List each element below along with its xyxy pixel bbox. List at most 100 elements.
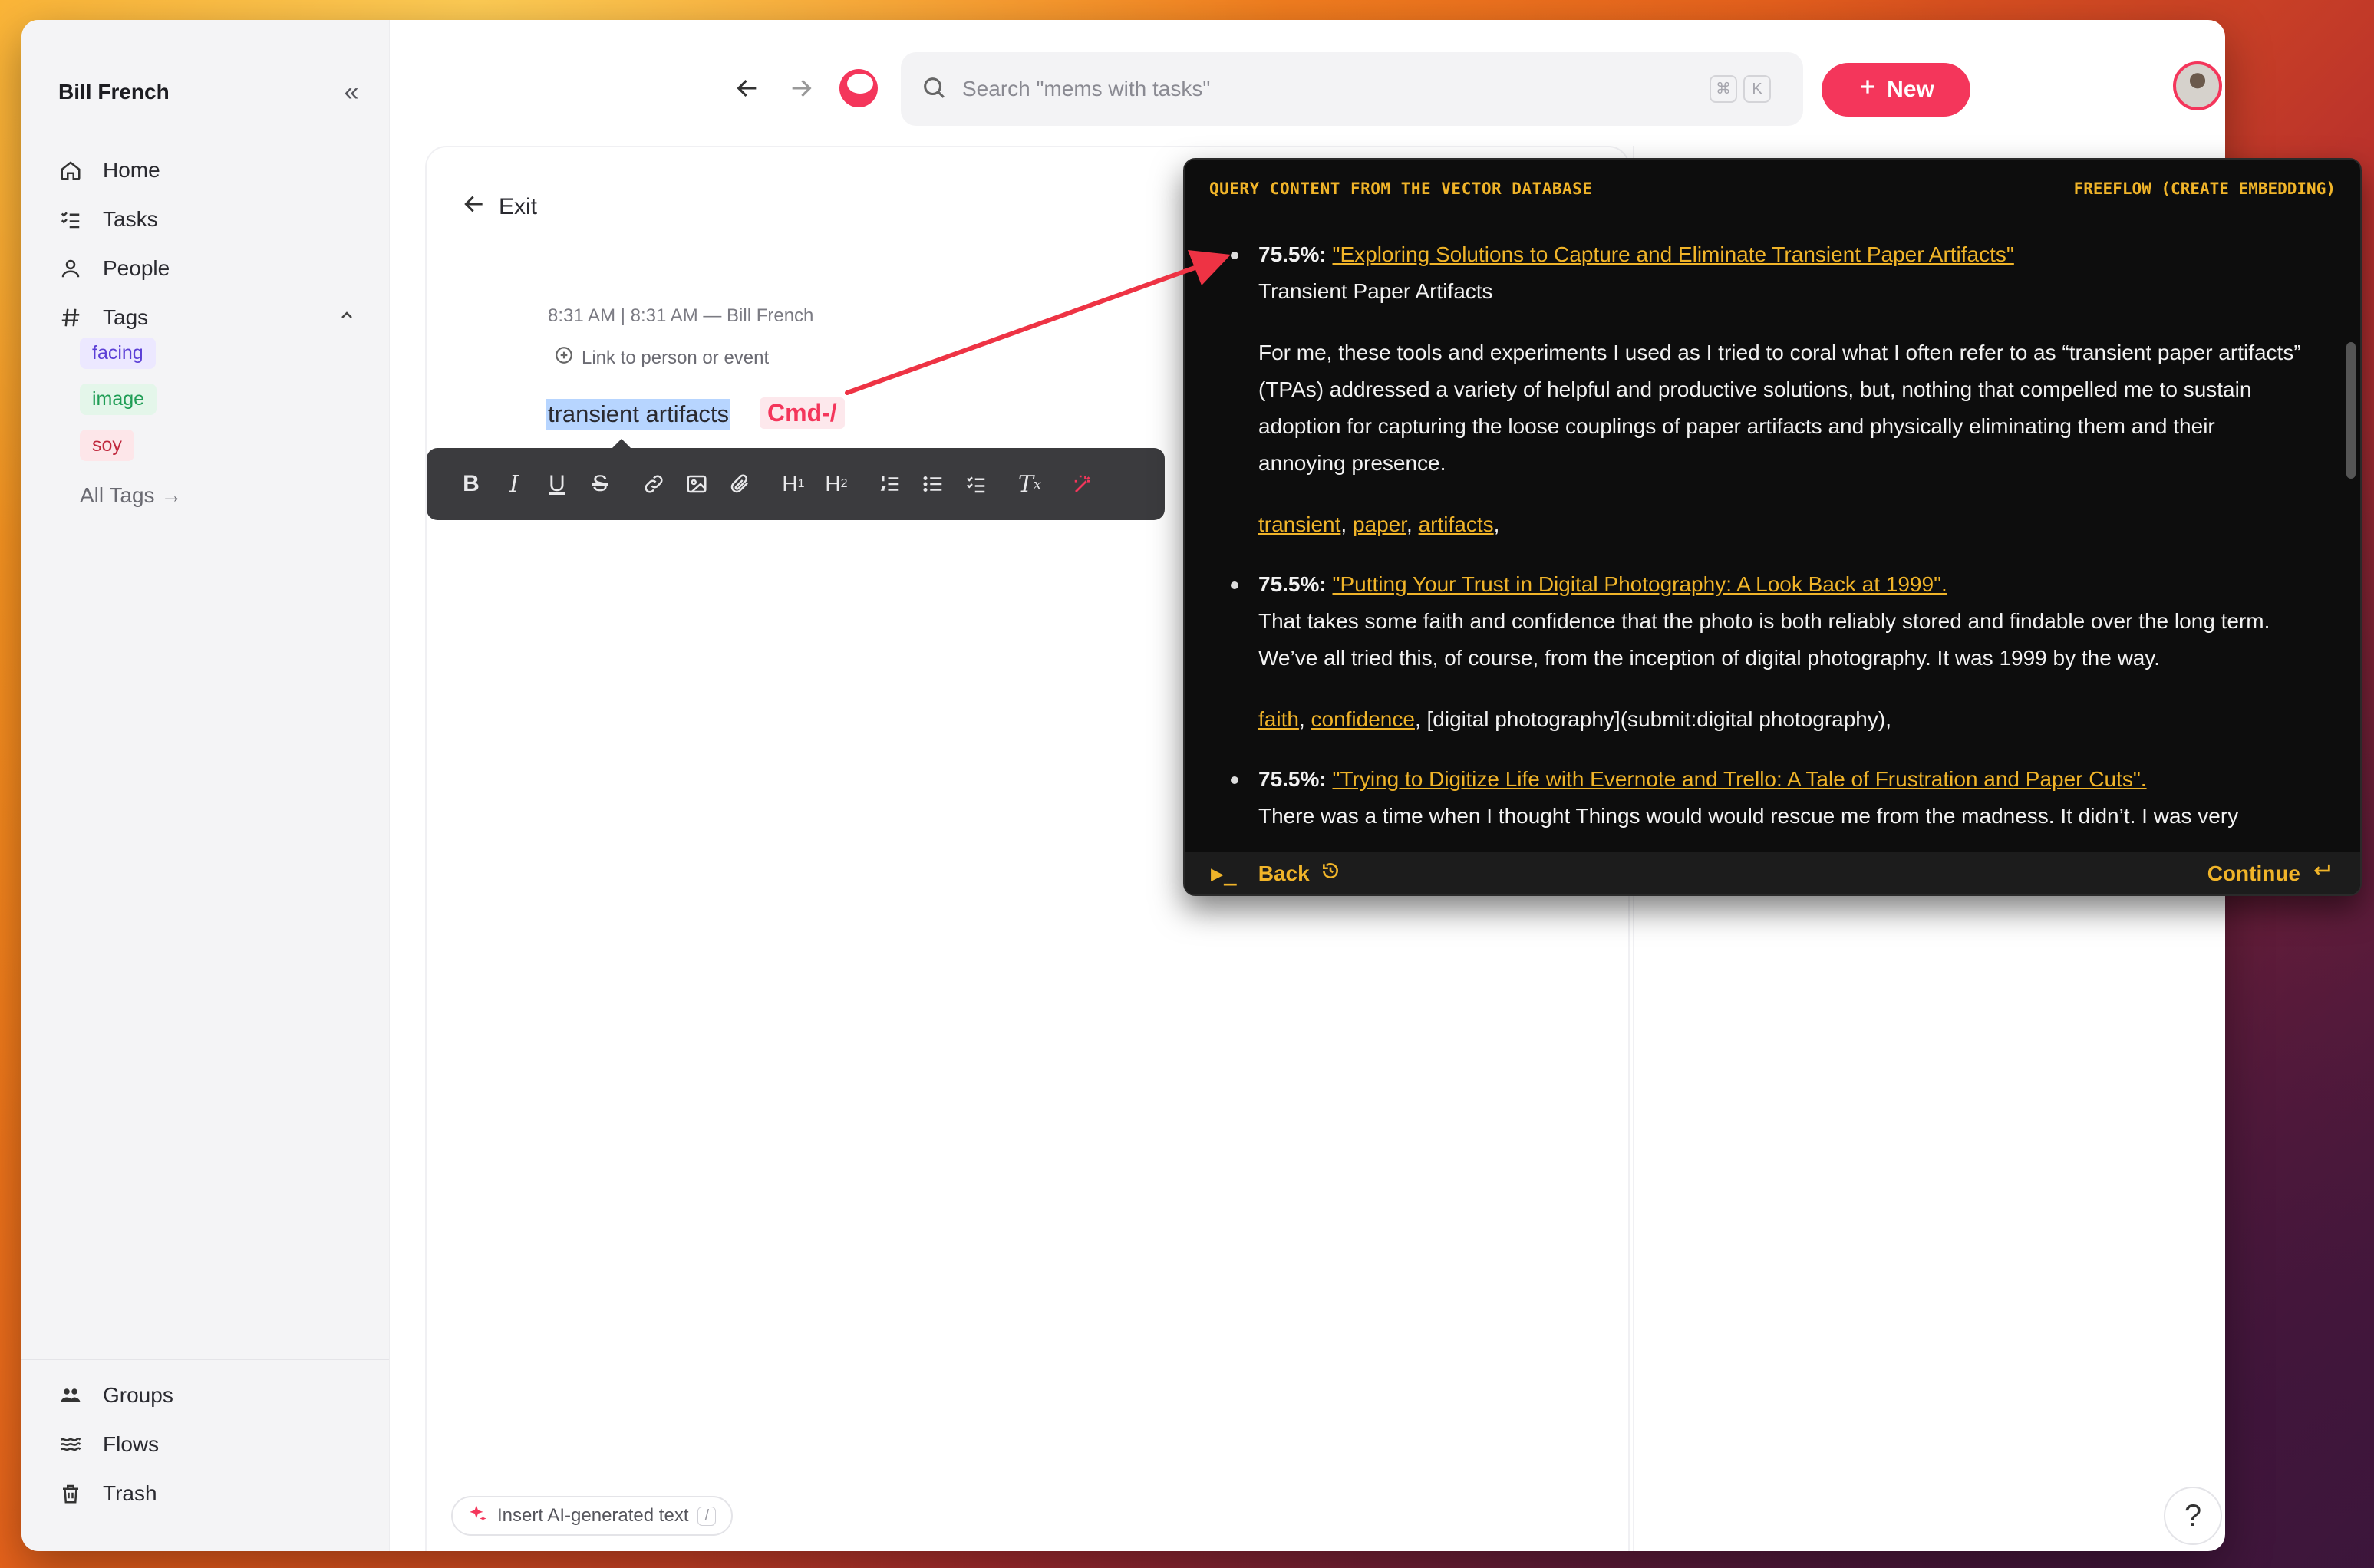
sidebar-bottom: Groups Flows Trash: [21, 1359, 389, 1518]
bold-icon[interactable]: B: [450, 463, 493, 506]
tag-soy[interactable]: soy: [80, 430, 134, 461]
tag-image[interactable]: image: [80, 384, 157, 415]
heading2-icon[interactable]: H2: [815, 463, 858, 506]
sidebar-nav: Home Tasks People Tags: [55, 146, 362, 342]
result-body: That takes some faith and confidence tha…: [1258, 609, 2270, 670]
result-title-link[interactable]: "Trying to Digitize Life with Evernote a…: [1333, 767, 2147, 791]
continue-button[interactable]: Continue: [2207, 860, 2333, 887]
forward-arrow-icon[interactable]: [786, 73, 816, 104]
link-person-label: Link to person or event: [582, 347, 770, 368]
sidebar-item-label: Flows: [103, 1432, 160, 1456]
history-nav: [732, 69, 878, 107]
terminal-prompt-icon: ▶_: [1211, 861, 1237, 886]
sidebar-item-label: Tasks: [103, 207, 158, 231]
ordered-list-icon[interactable]: [869, 463, 912, 506]
flows-icon: [55, 1429, 86, 1460]
shortcut-key: /: [697, 1506, 717, 1526]
person-icon: [55, 253, 86, 284]
app-logo[interactable]: [839, 69, 878, 107]
result-body: For me, these tools and experiments I us…: [1258, 341, 2301, 475]
image-icon[interactable]: [675, 463, 718, 506]
kbd-k: K: [1743, 75, 1771, 103]
continue-label: Continue: [2207, 861, 2300, 885]
tag-link[interactable]: transient: [1258, 512, 1340, 536]
sidebar-item-label: Groups: [103, 1383, 173, 1407]
result-tags: faith, confidence, [digital photography]…: [1258, 707, 1891, 731]
kbd-command: ⌘: [1710, 75, 1737, 103]
result-score: 75.5%:: [1258, 242, 1327, 266]
sidebar-item-flows[interactable]: Flows: [21, 1420, 389, 1469]
link-icon[interactable]: [632, 463, 675, 506]
sidebar-item-home[interactable]: Home: [55, 146, 362, 195]
back-label: Back: [1258, 861, 1310, 885]
result-score: 75.5%:: [1258, 572, 1327, 596]
collapse-sidebar-icon[interactable]: «: [336, 77, 367, 107]
groups-icon: [55, 1380, 86, 1411]
result-title-link[interactable]: "Putting Your Trust in Digital Photograp…: [1333, 572, 1947, 596]
sidebar: Bill French « Home Tasks People Tags fac…: [21, 20, 390, 1551]
format-toolbar: B I U S H1 H2 T x: [427, 439, 1165, 520]
history-icon: [1321, 861, 1340, 886]
result-item: 75.5%: "Exploring Solutions to Capture a…: [1185, 236, 2336, 543]
insert-ai-button[interactable]: Insert AI-generated text /: [451, 1496, 734, 1536]
plus-icon: [1858, 77, 1878, 103]
result-score: 75.5%:: [1258, 767, 1327, 791]
chevron-up-icon[interactable]: [338, 305, 356, 330]
tag-link[interactable]: artifacts: [1419, 512, 1494, 536]
overlay-mode[interactable]: FREEFLOW (CREATE EMBEDDING): [2074, 180, 2336, 198]
result-title-link[interactable]: "Exploring Solutions to Capture and Elim…: [1333, 242, 2014, 266]
underline-icon[interactable]: U: [536, 463, 579, 506]
back-button[interactable]: Back: [1258, 861, 1340, 886]
plus-circle-icon: [554, 345, 574, 371]
search-icon: [921, 74, 947, 104]
exit-button[interactable]: Exit: [462, 192, 537, 222]
tag-raw: [digital photography](submit:digital pho…: [1426, 707, 1891, 731]
overlay-footer: ▶_ Back Continue: [1185, 852, 2360, 894]
checklist-icon[interactable]: [955, 463, 997, 506]
clear-format-icon[interactable]: Tx: [1008, 463, 1051, 506]
back-arrow-icon[interactable]: [732, 73, 763, 104]
sidebar-item-people[interactable]: People: [55, 244, 362, 293]
heading1-icon[interactable]: H1: [772, 463, 815, 506]
tag-link[interactable]: paper: [1353, 512, 1406, 536]
strikethrough-icon[interactable]: S: [579, 463, 622, 506]
sidebar-item-label: People: [103, 256, 170, 280]
sidebar-item-groups[interactable]: Groups: [21, 1371, 389, 1420]
tag-link[interactable]: faith: [1258, 707, 1299, 731]
sidebar-item-tags[interactable]: Tags: [55, 293, 362, 342]
sidebar-item-label: Home: [103, 158, 160, 182]
tag-list: facing image soy: [80, 338, 157, 476]
link-person-button[interactable]: Link to person or event: [554, 345, 769, 371]
home-icon: [55, 155, 86, 186]
hash-icon: [55, 302, 86, 333]
result-item: 75.5%: "Putting Your Trust in Digital Ph…: [1185, 566, 2336, 738]
search-placeholder: Search "mems with tasks": [962, 77, 1211, 100]
arrow-left-icon: [462, 192, 486, 222]
search-input[interactable]: Search "mems with tasks" ⌘ K: [901, 52, 1803, 126]
all-tags-link[interactable]: All Tags →: [80, 483, 182, 508]
new-button[interactable]: New: [1822, 63, 1970, 117]
sidebar-item-tasks[interactable]: Tasks: [55, 195, 362, 244]
tag-facing[interactable]: facing: [80, 338, 156, 369]
avatar[interactable]: [2173, 61, 2222, 110]
insert-ai-label: Insert AI-generated text: [497, 1505, 689, 1526]
bullet: [1231, 776, 1238, 784]
result-body: There was a time when I thought Things w…: [1258, 804, 2239, 828]
scrollbar[interactable]: [2346, 342, 2356, 479]
result-item: 75.5%: "Trying to Digitize Life with Eve…: [1185, 761, 2336, 835]
italic-icon[interactable]: I: [493, 463, 536, 506]
user-name[interactable]: Bill French: [58, 80, 170, 104]
mem-meta: 8:31 AM | 8:31 AM — Bill French: [548, 305, 814, 326]
tasks-icon: [55, 204, 86, 235]
bullet: [1231, 252, 1238, 259]
tag-link[interactable]: confidence: [1311, 707, 1415, 731]
selected-text[interactable]: transient artifacts: [546, 399, 731, 430]
cmd-hint-annotation: Cmd-/: [760, 397, 845, 429]
result-tags: transient, paper, artifacts,: [1258, 512, 1500, 536]
attachment-icon[interactable]: [718, 463, 761, 506]
enter-key-icon: [2311, 860, 2333, 887]
bullet-list-icon[interactable]: [912, 463, 955, 506]
sidebar-item-trash[interactable]: Trash: [21, 1469, 389, 1518]
magic-wand-icon[interactable]: [1062, 463, 1105, 506]
help-button[interactable]: ?: [2164, 1487, 2222, 1545]
